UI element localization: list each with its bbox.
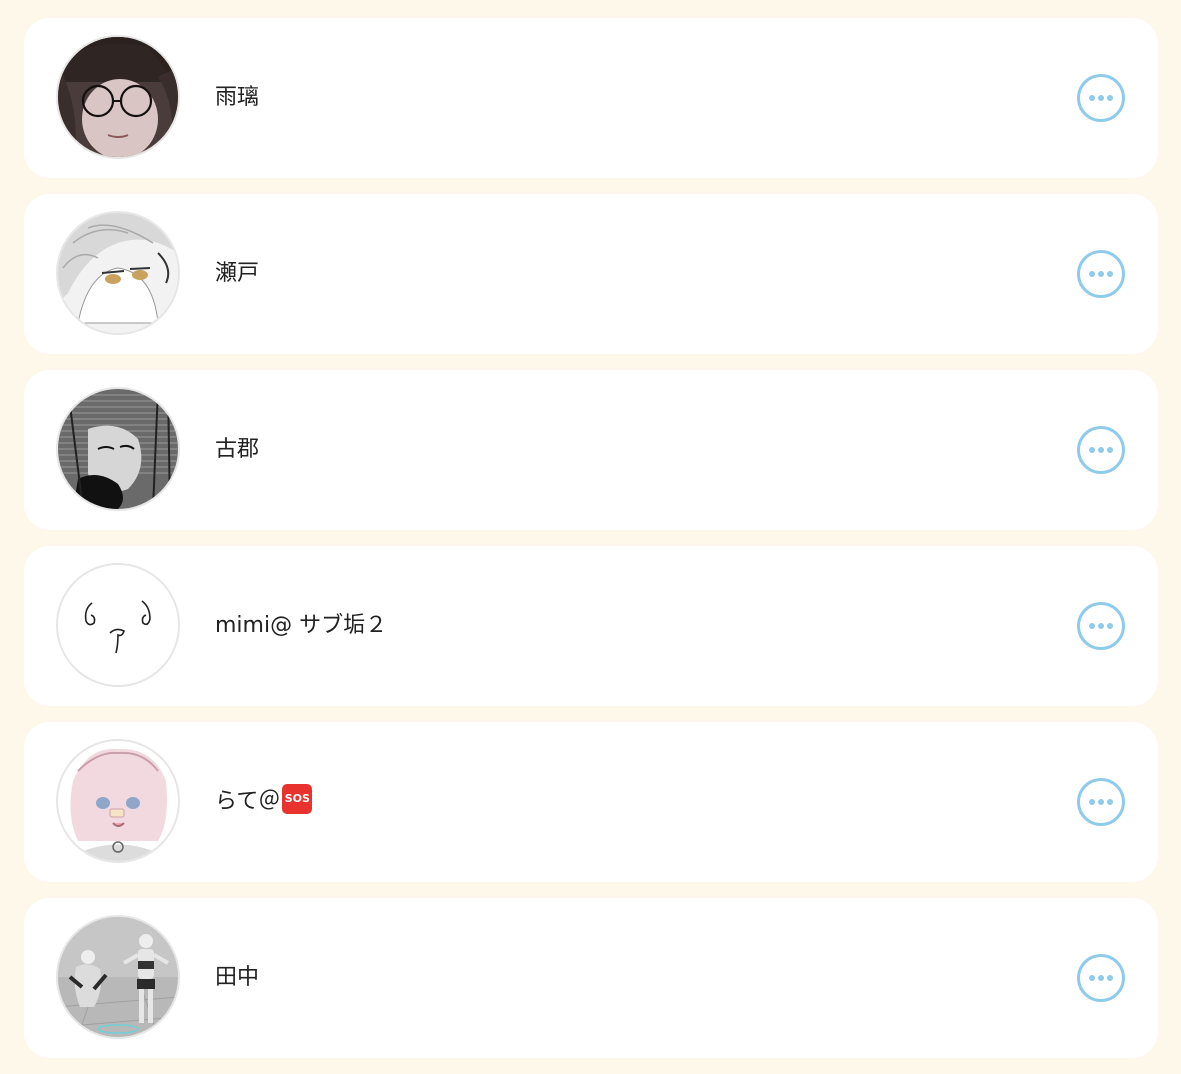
user-name: 田中 [215,965,260,990]
more-horizontal-icon [1089,975,1095,981]
more-options-button[interactable] [1077,74,1125,122]
user-list: 雨璃 瀬戸 古郡 mimi@ サブ垢２ らて＠ SOS 田中 [0,0,1181,1074]
more-horizontal-icon [1089,271,1095,277]
sos-badge: SOS [282,784,313,814]
user-row[interactable]: 古郡 [24,370,1158,530]
user-name: 古郡 [215,437,260,462]
user-name: 瀬戸 [215,261,260,286]
user-row[interactable]: 田中 [24,898,1158,1058]
more-horizontal-icon [1089,447,1095,453]
more-options-button[interactable] [1077,602,1125,650]
user-name: mimi@ サブ垢２ [215,613,388,638]
more-options-button[interactable] [1077,426,1125,474]
more-options-button[interactable] [1077,778,1125,826]
more-horizontal-icon [1089,799,1095,805]
user-row[interactable]: 雨璃 [24,18,1158,178]
user-avatar-icon [58,389,178,509]
more-options-button[interactable] [1077,250,1125,298]
user-avatar-icon [58,741,178,861]
avatar[interactable] [56,563,180,687]
user-row[interactable]: 瀬戸 [24,194,1158,354]
avatar[interactable] [56,211,180,335]
avatar[interactable] [56,35,180,159]
user-avatar-icon [58,917,178,1037]
user-avatar-icon [58,37,178,157]
user-avatar-icon [58,565,178,685]
avatar[interactable] [56,387,180,511]
more-horizontal-icon [1089,623,1095,629]
avatar[interactable] [56,739,180,863]
more-options-button[interactable] [1077,954,1125,1002]
more-horizontal-icon [1089,95,1095,101]
user-name: らて＠ SOS [215,722,313,882]
user-avatar-icon [58,213,178,333]
user-name: 雨璃 [215,85,260,110]
user-row[interactable]: らて＠ SOS [24,722,1158,882]
avatar[interactable] [56,915,180,1039]
user-row[interactable]: mimi@ サブ垢２ [24,546,1158,706]
